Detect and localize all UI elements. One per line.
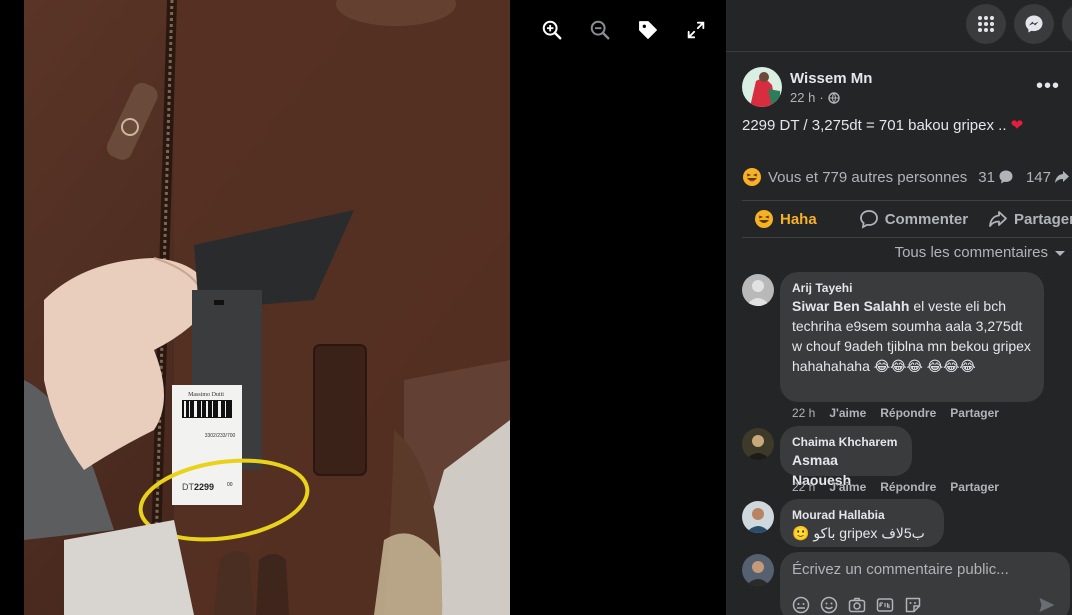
comment-text: Siwar Ben Salahh el veste eli bch techri… [792,296,1032,376]
commenter-name[interactable]: Arij Tayehi [792,280,1032,296]
post-panel: Wissem Mn 22 h · ••• 2299 DT / 3,275dt =… [726,0,1072,615]
comment-bubble: Mourad Hallabia 🙂 باكو gripex ب5لاف [780,499,944,547]
post-meta: 22 h · [790,90,840,105]
my-avatar-image [742,554,774,586]
haha-reaction-icon[interactable] [742,167,762,187]
haha-icon [755,210,773,228]
messenger-button[interactable] [1014,4,1054,44]
comment-meta: 22 h J'aime Répondre Partager [792,406,999,420]
tag-price: 2299 [194,482,214,492]
comment-avatar[interactable] [742,501,774,533]
avatar-image [742,67,782,107]
tag-ref: 3302/233/700 [205,433,236,439]
shares-count-value: 147 [1025,168,1051,186]
gif-icon[interactable] [876,596,894,614]
viewer-toolbar [536,16,712,44]
post-header: Wissem Mn 22 h · ••• [742,67,1072,111]
reply-link[interactable]: Répondre [880,406,936,420]
composer-box [780,552,1070,615]
share-link[interactable]: Partager [950,480,999,494]
jacket-photo: Massimo Dutti 3302/233/700 DT 2299 00 [24,0,510,615]
post-photo[interactable]: Massimo Dutti 3302/233/700 DT 2299 00 [24,0,510,615]
tag-photo-button[interactable] [632,16,664,44]
comments-count-value: 31 [978,168,995,186]
composer-tools [792,596,922,614]
comments-count[interactable]: 31 [978,169,1014,186]
comment-filter-label: Tous les commentaires [894,244,1048,261]
commenter-avatar-image [742,428,774,460]
camera-icon[interactable] [848,596,866,614]
fullscreen-icon [687,21,705,39]
comment-time[interactable]: 22 h [792,480,815,494]
zoom-in-button[interactable] [536,16,568,44]
commenter-avatar-image [742,274,774,306]
menu-button[interactable] [966,4,1006,44]
tag-brand: Massimo Dutti [188,392,224,398]
haha-label: Haha [780,210,817,228]
share-button[interactable]: Partager [988,209,1072,229]
reactions-bar: Vous et 779 autres personnes 31 147 [742,166,1072,188]
sticker-icon[interactable] [904,596,922,614]
comment-bubble: Arij Tayehi Siwar Ben Salahh el veste el… [780,272,1044,402]
fullscreen-button[interactable] [680,16,712,44]
tag-icon [639,21,657,39]
comment-input[interactable] [792,561,1042,578]
comment-time[interactable]: 22 h [792,406,815,420]
reply-link[interactable]: Répondre [880,480,936,494]
zoom-out-icon [590,20,610,40]
comment-bubble-icon [999,170,1013,184]
comment-label: Commenter [884,210,969,228]
share-icon [989,211,1007,227]
globe-icon [827,91,840,104]
tag-cents: 00 [227,482,233,488]
zoom-in-icon [542,20,562,40]
tag-currency: DT [182,482,194,492]
post-time[interactable]: 22 h [790,90,815,105]
heart-emoji: ❤ [1010,117,1024,134]
share-label: Partager [1014,210,1072,228]
emoji-icon[interactable] [820,596,838,614]
comment-filter-dropdown[interactable]: Tous les commentaires [895,244,1066,261]
photo-viewer: Massimo Dutti 3302/233/700 DT 2299 00 [0,0,726,615]
haha-button[interactable]: Haha [754,209,817,229]
author-avatar[interactable] [742,67,782,107]
caret-down-icon [1055,250,1065,256]
comment-avatar[interactable] [742,274,774,306]
comment-icon [859,210,878,229]
comment-button[interactable]: Commenter [859,209,968,229]
share-link[interactable]: Partager [950,406,999,420]
post-text: 2299 DT / 3,275dt = 701 bakou gripex .. … [742,116,1060,134]
menu-grid-icon [978,16,994,32]
comment-avatar[interactable] [742,428,774,460]
post-actions: Haha Commenter Partager [742,200,1072,238]
meta-separator: · [819,90,824,105]
like-link[interactable]: J'aime [829,480,866,494]
comment-composer [742,552,1072,615]
messenger-icon [1025,15,1043,33]
like-link[interactable]: J'aime [829,406,866,420]
account-button[interactable] [1062,4,1072,44]
comment-meta: 22 h J'aime Répondre Partager [792,480,999,494]
commenter-name[interactable]: Mourad Hallabia [792,507,932,523]
commenter-avatar-image [742,501,774,533]
author-name[interactable]: Wissem Mn [790,70,872,87]
share-arrow-icon [1055,171,1069,183]
comment-bubble: Chaima Khcharem Asmaa Naouesh [780,426,912,488]
comment-text: 🙂 باكو gripex ب5لاف [792,525,925,541]
reactions-summary[interactable]: Vous et 779 autres personnes [768,169,967,186]
mention-link[interactable]: Siwar Ben Salahh [792,298,909,314]
shares-count[interactable]: 147 [1026,169,1070,186]
my-avatar[interactable] [742,554,774,586]
engagement-counts: 31 147 [978,169,1070,186]
avatar-sticker-icon[interactable] [792,596,810,614]
commenter-name[interactable]: Chaima Khcharem [792,434,900,450]
top-bar [726,0,1072,52]
send-icon[interactable] [1038,596,1056,614]
zoom-out-button[interactable] [584,16,616,44]
more-options-button[interactable]: ••• [1036,75,1060,98]
post-text-body: 2299 DT / 3,275dt = 701 bakou gripex .. [742,117,1007,134]
